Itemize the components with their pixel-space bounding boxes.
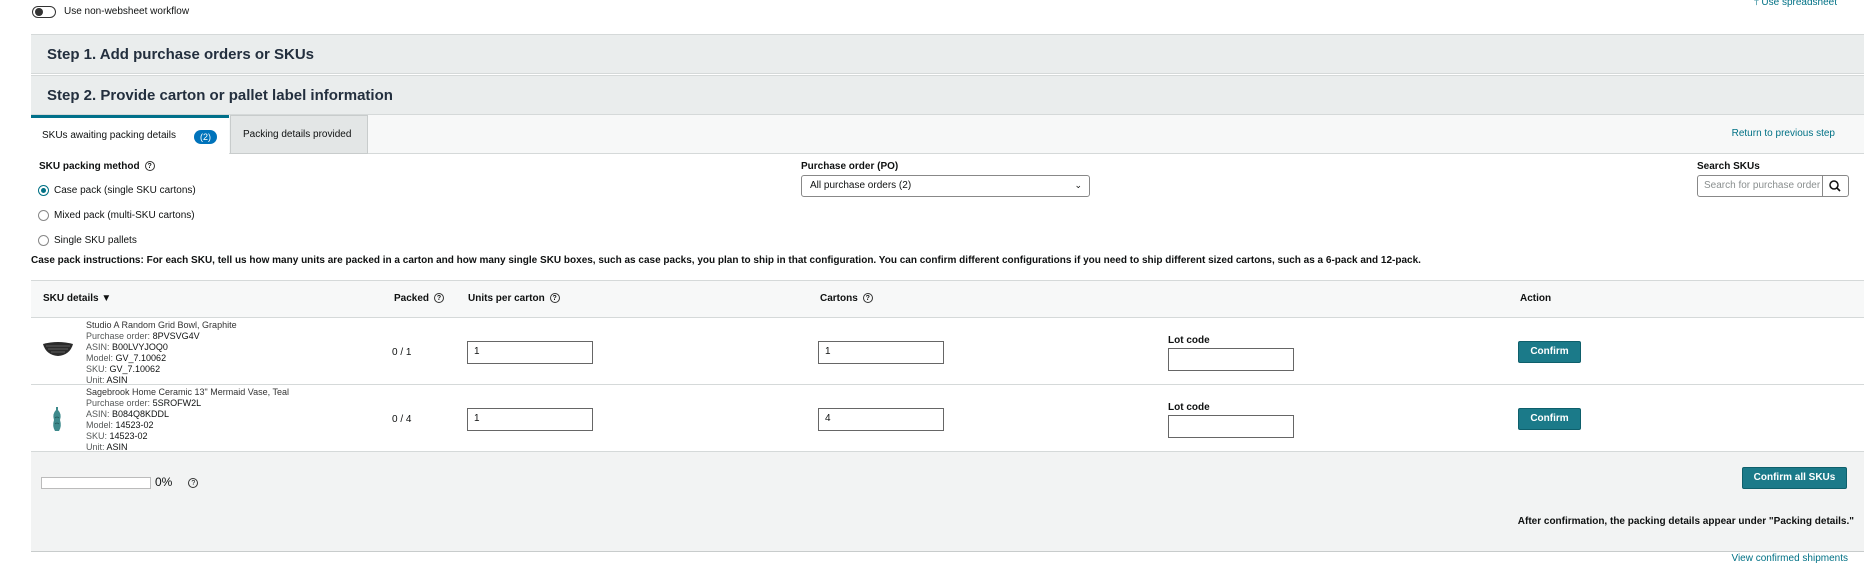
col-cartons-label: Cartons — [820, 293, 858, 304]
progress-bar — [41, 477, 151, 489]
step1-header[interactable]: Step 1. Add purchase orders or SKUs — [31, 34, 1864, 74]
asin-key: ASIN: — [86, 409, 110, 419]
radio-mixed-pack[interactable] — [38, 210, 49, 221]
sort-down-icon: ▼ — [101, 293, 112, 304]
search-input[interactable]: Search for purchase order — [1697, 175, 1823, 197]
sku-details: Studio A Random Grid Bowl, Graphite Purc… — [86, 320, 237, 386]
model-value: 14523-02 — [115, 420, 154, 430]
sku-key: SKU: — [86, 364, 108, 374]
progress-percent: 0%? — [155, 475, 199, 489]
help-icon[interactable]: ? — [549, 293, 560, 304]
step2-title: Step 2. Provide carton or pallet label i… — [47, 87, 393, 104]
asin-key: ASIN: — [86, 342, 110, 352]
po-label: Purchase order (PO) — [801, 161, 899, 172]
use-spreadsheet-label: Use spreadsheet — [1761, 0, 1837, 8]
tab-packing-provided[interactable]: Packing details provided — [230, 115, 368, 154]
po-value: 5SROFW2L — [152, 398, 202, 408]
sku-value: GV_7.10062 — [109, 364, 161, 374]
po-select[interactable]: All purchase orders (2) ⌄ — [801, 175, 1090, 197]
col-packed-label: Packed — [394, 293, 430, 304]
col-units-label: Units per carton — [468, 293, 545, 304]
col-packed: Packed? — [394, 293, 445, 304]
tab-bar: SKUs awaiting packing details (2) Packin… — [31, 115, 1864, 154]
table-header: SKU details ▼ Packed? Units per carton? … — [31, 280, 1864, 318]
cartons-input[interactable]: 1 — [818, 341, 944, 364]
lot-code-input[interactable] — [1168, 415, 1294, 438]
packed-count: 0 / 1 — [392, 347, 412, 358]
help-icon[interactable]: ? — [188, 477, 199, 488]
table-row: Studio A Random Grid Bowl, Graphite Purc… — [31, 318, 1864, 385]
search-button[interactable] — [1822, 175, 1849, 197]
po-value: 8PVSVG4V — [152, 331, 200, 341]
packing-method-heading: SKU packing method? — [39, 161, 155, 172]
search-skus-label: Search SKUs — [1697, 161, 1760, 172]
sku-title: Sagebrook Home Ceramic 13" Mermaid Vase,… — [86, 387, 289, 397]
packed-count: 0 / 4 — [392, 414, 412, 425]
lot-code-label: Lot code — [1168, 335, 1210, 346]
return-previous-step-link[interactable]: Return to previous step — [1732, 128, 1835, 139]
model-key: Model: — [86, 420, 114, 430]
help-icon[interactable]: ? — [862, 293, 873, 304]
col-units-per-carton: Units per carton? — [468, 293, 560, 304]
col-sku-details[interactable]: SKU details ▼ — [43, 293, 111, 304]
radio-single-sku-pallets-label: Single SKU pallets — [54, 235, 137, 246]
model-key: Model: — [86, 353, 114, 363]
confirmation-note: After confirmation, the packing details … — [1517, 516, 1854, 527]
units-per-carton-input[interactable]: 1 — [467, 341, 593, 364]
radio-single-sku-pallets[interactable] — [38, 235, 49, 246]
lot-code-label: Lot code — [1168, 402, 1210, 413]
po-key: Purchase order: — [86, 398, 151, 408]
vase-icon — [53, 407, 61, 431]
packing-method-label: SKU packing method — [39, 161, 140, 172]
radio-case-pack-label: Case pack (single SKU cartons) — [54, 185, 196, 196]
sku-details: Sagebrook Home Ceramic 13" Mermaid Vase,… — [86, 387, 289, 453]
lot-code-input[interactable] — [1168, 348, 1294, 371]
po-key: Purchase order: — [86, 331, 151, 341]
unit-value: ASIN — [106, 442, 128, 452]
toggle-label: Use non-websheet workflow — [64, 6, 190, 17]
progress-text: 0% — [155, 475, 173, 489]
confirm-button[interactable]: Confirm — [1518, 408, 1581, 430]
table-footer: 0%? Confirm all SKUs After confirmation,… — [31, 452, 1864, 552]
confirm-button[interactable]: Confirm — [1518, 341, 1581, 363]
tab-awaiting-label: SKUs awaiting packing details — [42, 130, 176, 141]
non-websheet-toggle[interactable] — [32, 6, 56, 18]
po-select-value: All purchase orders (2) — [810, 180, 912, 191]
model-value: GV_7.10062 — [115, 353, 167, 363]
use-spreadsheet-link[interactable]: ⤒ Use spreadsheet — [1754, 0, 1837, 8]
unit-value: ASIN — [106, 375, 128, 385]
toggle-knob — [35, 8, 43, 16]
col-action: Action — [1520, 293, 1552, 304]
case-pack-instructions: Case pack instructions: For each SKU, te… — [31, 255, 1421, 266]
cartons-input[interactable]: 4 — [818, 408, 944, 431]
view-confirmed-shipments-link[interactable]: View confirmed shipments — [1731, 553, 1848, 564]
help-icon[interactable]: ? — [144, 161, 155, 172]
asin-value: B00LVYJOQ0 — [112, 342, 168, 352]
radio-case-pack[interactable] — [38, 185, 49, 196]
table-row: Sagebrook Home Ceramic 13" Mermaid Vase,… — [31, 385, 1864, 452]
awaiting-count-badge: (2) — [194, 130, 217, 144]
sku-key: SKU: — [86, 431, 108, 441]
radio-mixed-pack-label: Mixed pack (multi-SKU cartons) — [54, 210, 195, 221]
sku-title: Studio A Random Grid Bowl, Graphite — [86, 320, 237, 330]
units-per-carton-input[interactable]: 1 — [467, 408, 593, 431]
bowl-icon — [43, 342, 73, 356]
search-icon — [1829, 180, 1841, 192]
tab-provided-label: Packing details provided — [243, 129, 352, 140]
chevron-down-icon: ⌄ — [1074, 180, 1082, 190]
col-cartons: Cartons? — [820, 293, 873, 304]
unit-key: Unit: — [86, 375, 105, 385]
col-sku-details-label: SKU details — [43, 293, 99, 304]
help-icon[interactable]: ? — [434, 293, 445, 304]
step1-title: Step 1. Add purchase orders or SKUs — [47, 46, 315, 63]
unit-key: Unit: — [86, 442, 105, 452]
step2-header[interactable]: Step 2. Provide carton or pallet label i… — [31, 75, 1864, 115]
asin-value: B084Q8KDDL — [112, 409, 170, 419]
tab-awaiting-packing[interactable]: SKUs awaiting packing details (2) — [31, 115, 229, 154]
sku-value: 14523-02 — [109, 431, 148, 441]
confirm-all-skus-button[interactable]: Confirm all SKUs — [1742, 467, 1847, 489]
